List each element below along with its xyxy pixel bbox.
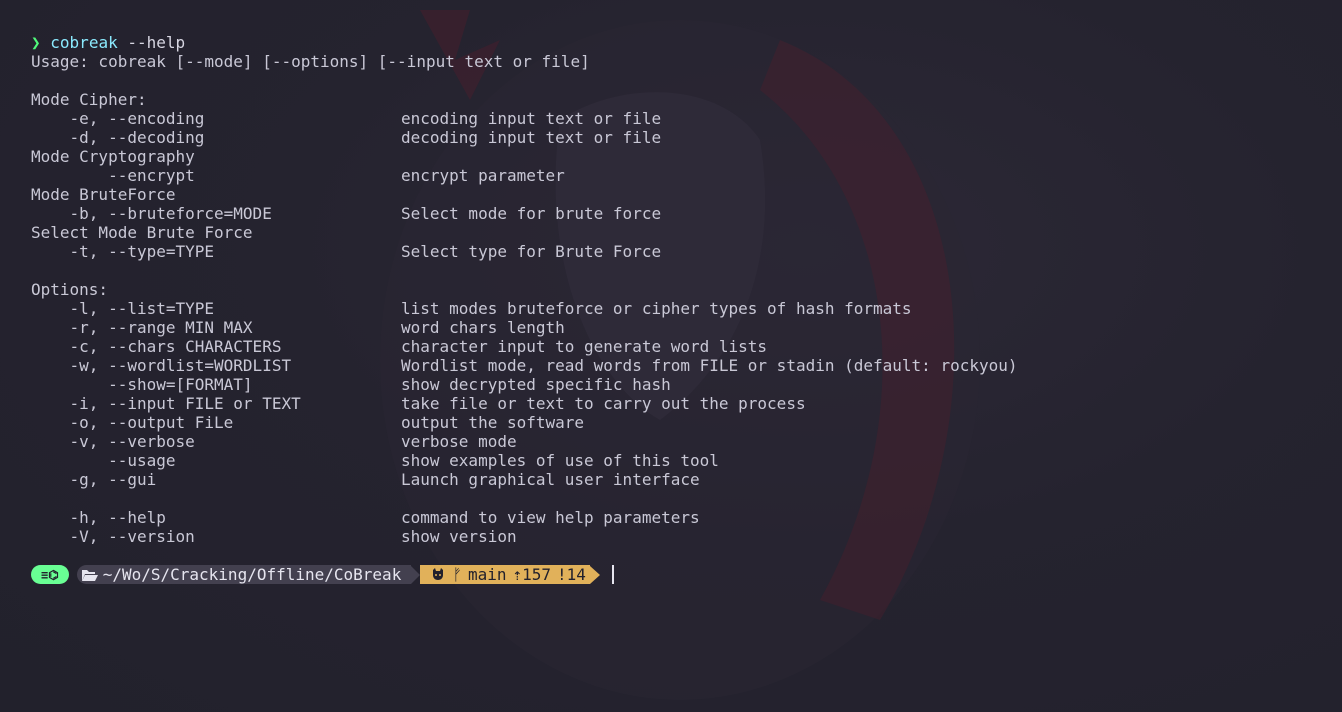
option-description: show examples of use of this tool bbox=[401, 451, 719, 470]
option-flag: -r, --range MIN MAX bbox=[31, 318, 253, 337]
usage-line: Usage: cobreak [--mode] [--options] [--i… bbox=[31, 52, 590, 71]
git-segment-separator bbox=[589, 565, 600, 584]
option-flag: --encrypt bbox=[31, 166, 195, 185]
help-row: -o, --output FiLe output the software bbox=[31, 413, 1018, 432]
help-row: --show=[FORMAT] show decrypted specific h… bbox=[31, 375, 1018, 394]
help-row: -b, --bruteforce=MODE Select mode for bru… bbox=[31, 204, 1018, 223]
brute-rows: -b, --bruteforce=MODE Select mode for bru… bbox=[31, 204, 1018, 223]
help-row: -w, --wordlist=WORDLIST Wordlist mode, re… bbox=[31, 356, 1018, 375]
help-row: -g, --gui Launch graphical user interface bbox=[31, 470, 1018, 489]
section-title-cryptography: Mode Cryptography bbox=[31, 147, 195, 166]
option-description: Select mode for brute force bbox=[401, 204, 662, 223]
option-description: Select type for Brute Force bbox=[401, 242, 662, 261]
path-segment: ~/Wo/S/Cracking/Offline/CoBreak bbox=[76, 565, 412, 584]
cipher-rows: -e, --encoding encoding input text or fil… bbox=[31, 109, 1018, 147]
git-branch-name: main bbox=[467, 565, 507, 584]
git-branch-icon: ᚠ bbox=[452, 565, 462, 584]
help-row: -t, --type=TYPE Select type for Brute For… bbox=[31, 242, 1018, 261]
terminal-window[interactable]: ❯ cobreak --help Usage: cobreak [--mode]… bbox=[0, 0, 1342, 712]
option-description: character input to generate word lists bbox=[401, 337, 768, 356]
option-description: command to view help parameters bbox=[401, 508, 700, 527]
git-segment: ᚠ main ⇡157 !14 bbox=[420, 565, 590, 584]
command-name: cobreak bbox=[50, 33, 118, 52]
option-description: list modes bruteforce or cipher types of… bbox=[401, 299, 912, 318]
git-ahead-count: ⇡157 bbox=[512, 565, 551, 584]
option-flag: -w, --wordlist=WORDLIST bbox=[31, 356, 292, 375]
help-row: -d, --decoding decoding input text or fil… bbox=[31, 128, 1018, 147]
option-description: encoding input text or file bbox=[401, 109, 662, 128]
option-flag: -e, --encoding bbox=[31, 109, 205, 128]
help-row: -v, --verbose verbose mode bbox=[31, 432, 1018, 451]
crypto-rows: --encrypt encrypt parameter bbox=[31, 166, 1018, 185]
current-path: ~/Wo/S/Cracking/Offline/CoBreak bbox=[102, 565, 402, 584]
shell-prompt[interactable]: ≡⌬ ~/Wo/S/Cracking/Offline/CoBreak ᚠ mai… bbox=[31, 565, 614, 584]
help-row: -l, --list=TYPE list modes bruteforce or … bbox=[31, 299, 1018, 318]
option-flag: -b, --bruteforce=MODE bbox=[31, 204, 272, 223]
option-description: Wordlist mode, read words from FILE or s… bbox=[401, 356, 1018, 375]
option-description: verbose mode bbox=[401, 432, 517, 451]
github-icon bbox=[433, 567, 444, 580]
option-flag: -i, --input FILE or TEXT bbox=[31, 394, 301, 413]
command-args: --help bbox=[117, 33, 186, 52]
help-row: -h, --help command to view help parameter… bbox=[31, 508, 1018, 527]
help-row: -i, --input FILE or TEXT take file or tex… bbox=[31, 394, 1018, 413]
help-row: --usage show examples of use of this tool bbox=[31, 451, 1018, 470]
terminal-output: ❯ cobreak --help Usage: cobreak [--mode]… bbox=[31, 33, 1018, 546]
option-flag: -t, --type=TYPE bbox=[31, 242, 215, 261]
option-flag: -v, --verbose bbox=[31, 432, 195, 451]
option-flag: -c, --chars CHARACTERS bbox=[31, 337, 282, 356]
help-row: -V, --version show version bbox=[31, 527, 1018, 546]
option-description: take file or text to carry out the proce… bbox=[401, 394, 806, 413]
prompt-symbol: ❯ bbox=[31, 33, 41, 52]
help-row: -c, --chars CHARACTERS character input to… bbox=[31, 337, 1018, 356]
text-cursor[interactable] bbox=[611, 565, 614, 584]
option-description: output the software bbox=[401, 413, 585, 432]
option-description: decoding input text or file bbox=[401, 128, 662, 147]
option-flag: -o, --output FiLe bbox=[31, 413, 234, 432]
section-title-bruteforce: Mode BruteForce bbox=[31, 185, 176, 204]
option-description: Launch graphical user interface bbox=[401, 470, 700, 489]
option-description: show version bbox=[401, 527, 517, 546]
option-flag: --usage bbox=[31, 451, 176, 470]
help-row: -r, --range MIN MAX word chars length bbox=[31, 318, 1018, 337]
section-title-options: Options: bbox=[31, 280, 109, 299]
help-row: --encrypt encrypt parameter bbox=[31, 166, 1018, 185]
git-modified-count: !14 bbox=[557, 565, 586, 584]
option-flag: -d, --decoding bbox=[31, 128, 205, 147]
option-flag: --show=[FORMAT] bbox=[31, 375, 253, 394]
os-segment: ≡⌬ bbox=[31, 565, 69, 584]
select-rows: -t, --type=TYPE Select type for Brute For… bbox=[31, 242, 1018, 261]
help-rows: -h, --help command to view help parameter… bbox=[31, 508, 1018, 546]
option-flag: -V, --version bbox=[31, 527, 195, 546]
path-segment-separator bbox=[411, 565, 421, 584]
options-rows: -l, --list=TYPE list modes bruteforce or … bbox=[31, 299, 1018, 489]
option-description: word chars length bbox=[401, 318, 565, 337]
help-row: -e, --encoding encoding input text or fil… bbox=[31, 109, 1018, 128]
section-title-cipher: Mode Cipher: bbox=[31, 90, 147, 109]
folder-open-icon bbox=[81, 569, 98, 581]
command-line: ❯ cobreak --help bbox=[31, 33, 1018, 52]
option-flag: -g, --gui bbox=[31, 470, 157, 489]
section-title-select-mode: Select Mode Brute Force bbox=[31, 223, 253, 242]
option-description: show decrypted specific hash bbox=[401, 375, 671, 394]
option-flag: -l, --list=TYPE bbox=[31, 299, 215, 318]
option-description: encrypt parameter bbox=[401, 166, 565, 185]
option-flag: -h, --help bbox=[31, 508, 166, 527]
